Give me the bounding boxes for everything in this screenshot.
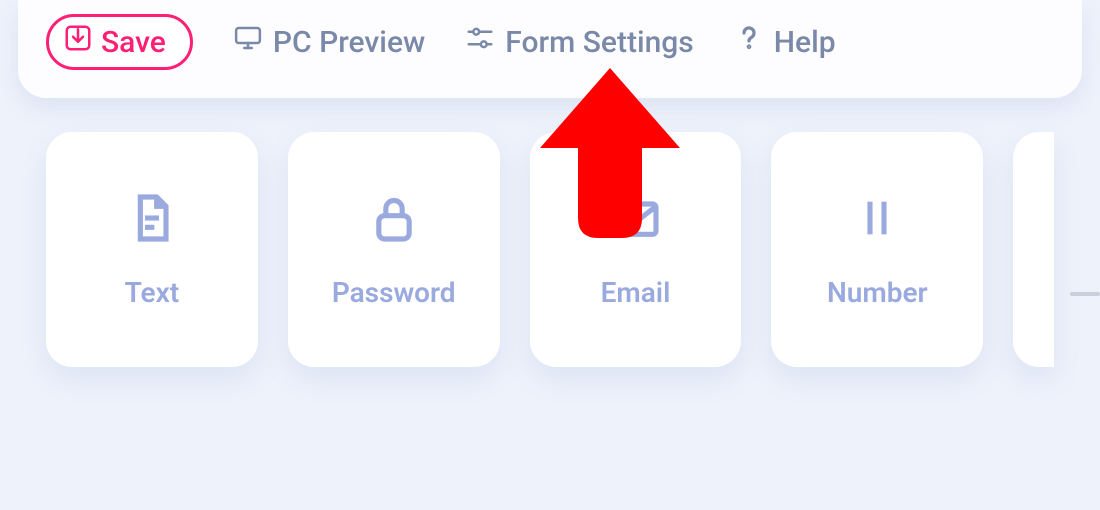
save-button[interactable]: Save: [46, 14, 193, 70]
form-settings-label: Form Settings: [505, 25, 693, 60]
toolbar: Save PC Preview Form Settings: [18, 0, 1082, 98]
help-button[interactable]: Help: [734, 23, 836, 61]
envelope-icon: [607, 190, 663, 250]
file-text-icon: [124, 190, 180, 250]
save-button-label: Save: [101, 25, 166, 60]
field-card-label: Email: [601, 276, 671, 309]
sliders-icon: [465, 23, 495, 61]
field-card-more[interactable]: [1013, 132, 1054, 367]
pc-preview-button[interactable]: PC Preview: [233, 23, 425, 61]
field-card-password[interactable]: Password: [288, 132, 500, 367]
monitor-icon: [233, 23, 263, 61]
field-card-email[interactable]: Email: [530, 132, 742, 367]
field-card-number[interactable]: Number: [771, 132, 983, 367]
question-icon: [734, 23, 764, 61]
edge-dash: [1070, 292, 1100, 296]
field-card-text[interactable]: Text: [46, 132, 258, 367]
field-cards-row: Text Password Email Number: [0, 98, 1100, 367]
form-settings-button[interactable]: Form Settings: [465, 23, 693, 61]
lock-icon: [366, 190, 422, 250]
field-card-label: Text: [125, 276, 180, 309]
field-card-label: Password: [332, 276, 456, 309]
pc-preview-label: PC Preview: [273, 25, 425, 60]
save-icon: [63, 23, 93, 61]
help-label: Help: [774, 25, 836, 60]
field-card-label: Number: [827, 276, 928, 309]
number-icon: [849, 190, 905, 250]
